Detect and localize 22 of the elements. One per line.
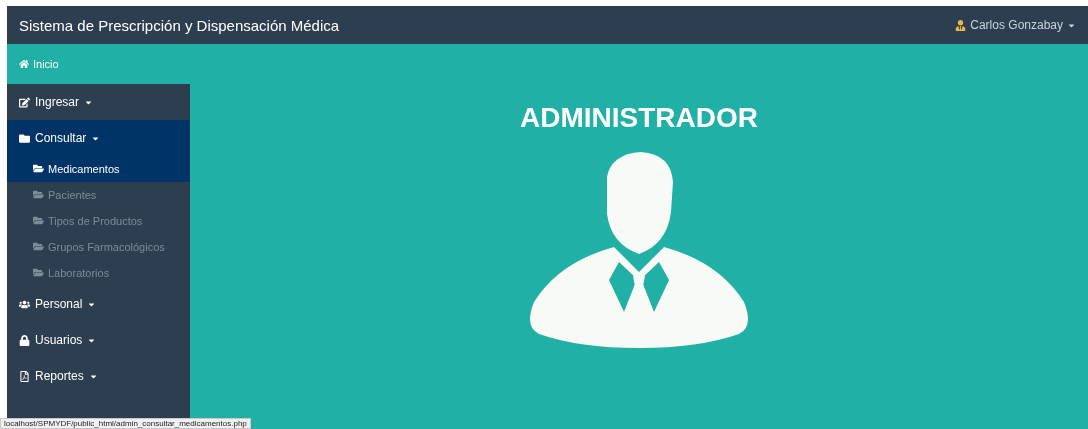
edit-icon — [19, 96, 30, 108]
open-folder-icon — [33, 215, 44, 226]
status-bar-url: localhost/SPMYDF/public_html/admin_consultar_medicamentos.php — [0, 418, 251, 429]
sidebar-item[interactable]: Consultar — [7, 120, 190, 156]
submenu-item[interactable]: Medicamentos — [7, 156, 190, 182]
open-folder-icon — [33, 267, 44, 278]
sidebar-item[interactable]: Ingresar — [7, 84, 190, 120]
lock-icon — [19, 334, 30, 346]
document-icon — [19, 370, 30, 382]
open-folder-icon — [33, 241, 44, 252]
sidebar-item[interactable]: Reportes — [7, 358, 190, 394]
open-folder-icon — [33, 163, 44, 174]
users-icon — [19, 298, 30, 310]
sidebar-item[interactable]: Personal — [7, 286, 190, 322]
sidebar-item[interactable]: Usuarios — [7, 322, 190, 358]
user-menu[interactable]: Carlos Gonzabay — [955, 18, 1076, 32]
open-folder-icon — [33, 189, 44, 200]
folder-icon — [19, 132, 30, 144]
page-heading: ADMINISTRADOR — [520, 102, 758, 134]
app-title: Sistema de Prescripción y Dispensación Médica — [19, 16, 340, 34]
home-icon — [19, 59, 29, 69]
user-icon — [955, 19, 967, 31]
